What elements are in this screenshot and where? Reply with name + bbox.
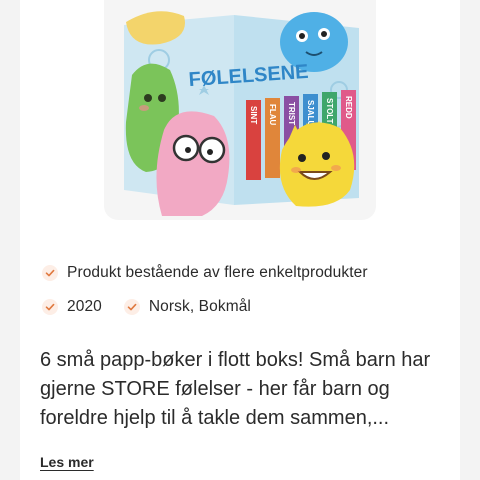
pink-monster: [156, 111, 230, 216]
book-spine-label: SINT: [249, 106, 258, 124]
book-spine-label: STOLT: [325, 98, 334, 124]
product-box-illustration: FØLELSENE SINT FLAU TRIST SJALU STOLT REDD: [124, 11, 359, 216]
meta-row-year-language: 2020 Norsk, Bokmål: [42, 296, 452, 318]
product-meta: Produkt bestående av flere enkeltprodukt…: [42, 262, 452, 330]
product-page: FØLELSENE SINT FLAU TRIST SJALU STOLT REDD: [20, 0, 460, 480]
book-spine-label: SJALU: [306, 100, 315, 126]
check-icon: [42, 265, 58, 281]
product-image[interactable]: FØLELSENE SINT FLAU TRIST SJALU STOLT REDD: [104, 0, 376, 220]
publication-year: 2020: [67, 298, 102, 315]
meta-row-type: Produkt bestående av flere enkeltprodukt…: [42, 262, 452, 284]
meta-item-type: Produkt bestående av flere enkeltprodukt…: [42, 264, 368, 282]
check-icon: [42, 299, 58, 315]
product-type-label: Produkt bestående av flere enkeltprodukt…: [67, 264, 368, 281]
read-more-link[interactable]: Les mer: [40, 454, 94, 470]
product-description: 6 små papp-bøker i flott boks! Små barn …: [40, 349, 431, 429]
book-spine-label: TRIST: [287, 102, 296, 125]
meta-item-year: 2020: [42, 298, 102, 316]
check-icon: [123, 299, 140, 315]
book-spine-label: REDD: [344, 96, 353, 119]
meta-item-language: Norsk, Bokmål: [123, 298, 251, 316]
language: Norsk, Bokmål: [148, 298, 251, 315]
book-spine-label: FLAU: [268, 104, 277, 126]
